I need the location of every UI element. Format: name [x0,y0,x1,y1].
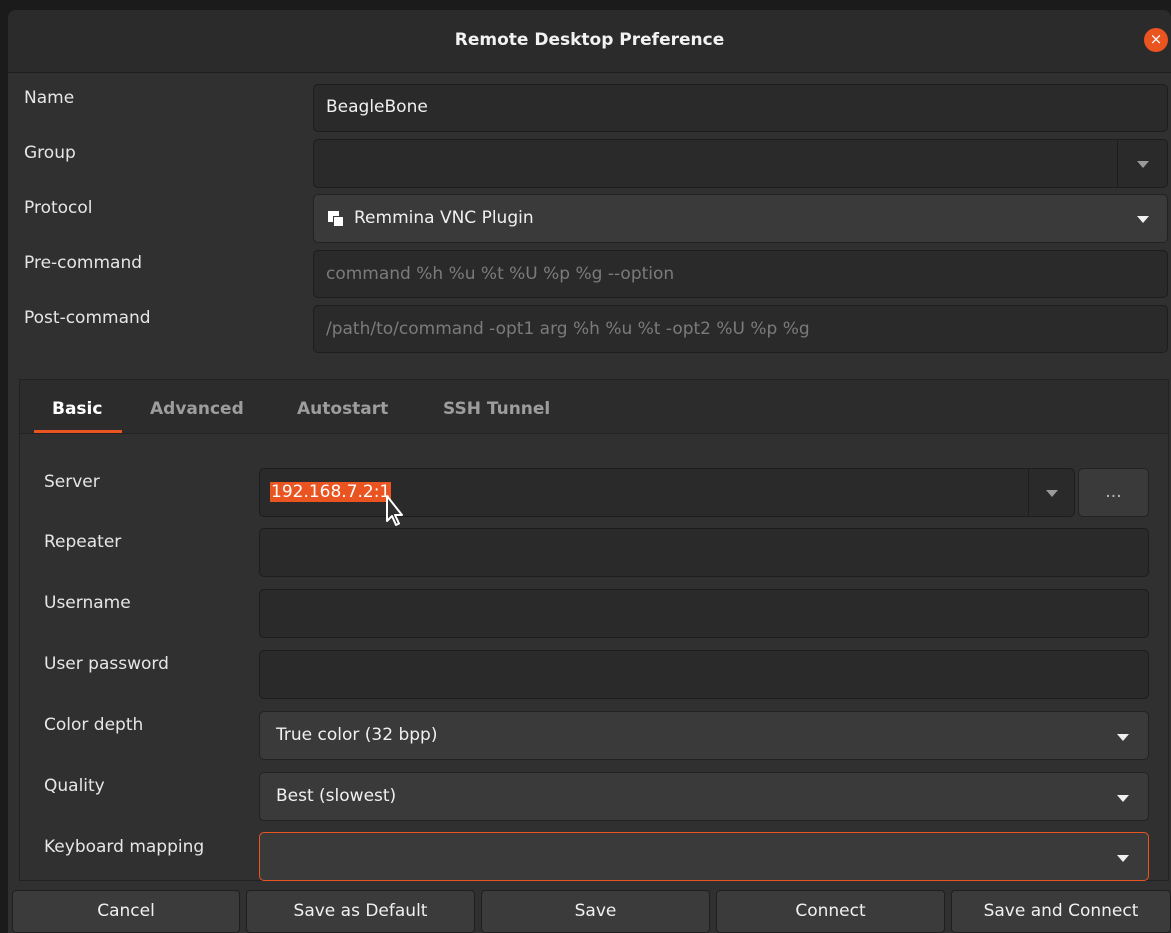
cancel-button[interactable]: Cancel [12,890,240,933]
server-label: Server [44,472,100,492]
quality-value: Best (slowest) [276,786,397,806]
save-as-default-button[interactable]: Save as Default [246,890,475,933]
colordepth-label: Color depth [44,715,144,735]
tab-basic[interactable]: Basic [52,399,102,419]
active-tab-indicator [34,430,122,433]
postcommand-field[interactable]: /path/to/command -opt1 arg %h %u %t -opt… [313,305,1168,353]
preference-dialog: Remote Desktop Preference × Name BeagleB… [8,10,1171,933]
connect-button[interactable]: Connect [716,890,945,933]
chevron-down-icon [1137,216,1149,223]
settings-notebook: Basic Advanced Autostart SSH Tunnel Serv… [19,379,1169,881]
repeater-label: Repeater [44,532,122,552]
save-and-connect-button[interactable]: Save and Connect [951,890,1171,933]
mouse-pointer-icon [386,495,403,526]
save-button[interactable]: Save [481,890,710,933]
group-label: Group [24,143,76,163]
precommand-placeholder: command %h %u %t %U %p %g --option [326,264,675,284]
vnc-plugin-icon [327,210,345,233]
tab-autostart[interactable]: Autostart [297,399,388,419]
protocol-value: Remmina VNC Plugin [354,208,534,228]
colordepth-value: True color (32 bpp) [276,725,438,745]
tab-bar: Basic Advanced Autostart SSH Tunnel [20,380,1168,434]
window-title: Remote Desktop Preference [454,30,725,50]
colordepth-select[interactable]: True color (32 bpp) [259,711,1149,760]
precommand-label: Pre-command [24,253,143,273]
protocol-label: Protocol [24,198,93,218]
chevron-down-icon [1117,734,1129,741]
group-combo-entry[interactable] [313,139,1168,188]
server-value: 192.168.7.2:1 [270,482,392,502]
name-field[interactable]: BeagleBone [313,84,1168,132]
tab-advanced[interactable]: Advanced [150,399,244,419]
server-browse-button[interactable]: ... [1078,468,1149,517]
postcommand-placeholder: /path/to/command -opt1 arg %h %u %t -opt… [326,319,810,339]
password-field[interactable] [259,650,1149,699]
chevron-down-icon [1117,855,1129,862]
title-bar: Remote Desktop Preference × [8,10,1171,73]
chevron-down-icon[interactable] [1046,490,1058,497]
precommand-field[interactable]: command %h %u %t %U %p %g --option [313,250,1168,298]
name-label: Name [24,88,75,108]
button-bar: Cancel Save as Default Save Connect Save… [8,886,1171,933]
keymap-label: Keyboard mapping [44,837,205,857]
username-label: Username [44,593,131,613]
password-label: User password [44,654,169,674]
username-field[interactable] [259,589,1149,638]
name-value: BeagleBone [326,97,428,117]
repeater-field[interactable] [259,528,1149,577]
postcommand-label: Post-command [24,308,151,328]
quality-label: Quality [44,776,105,796]
chevron-down-icon[interactable] [1137,161,1149,168]
close-icon[interactable]: × [1144,28,1168,52]
keymap-select[interactable] [259,832,1149,881]
protocol-select[interactable]: Remmina VNC Plugin [313,194,1168,243]
tab-ssh-tunnel[interactable]: SSH Tunnel [443,399,550,419]
chevron-down-icon [1117,795,1129,802]
quality-select[interactable]: Best (slowest) [259,772,1149,821]
